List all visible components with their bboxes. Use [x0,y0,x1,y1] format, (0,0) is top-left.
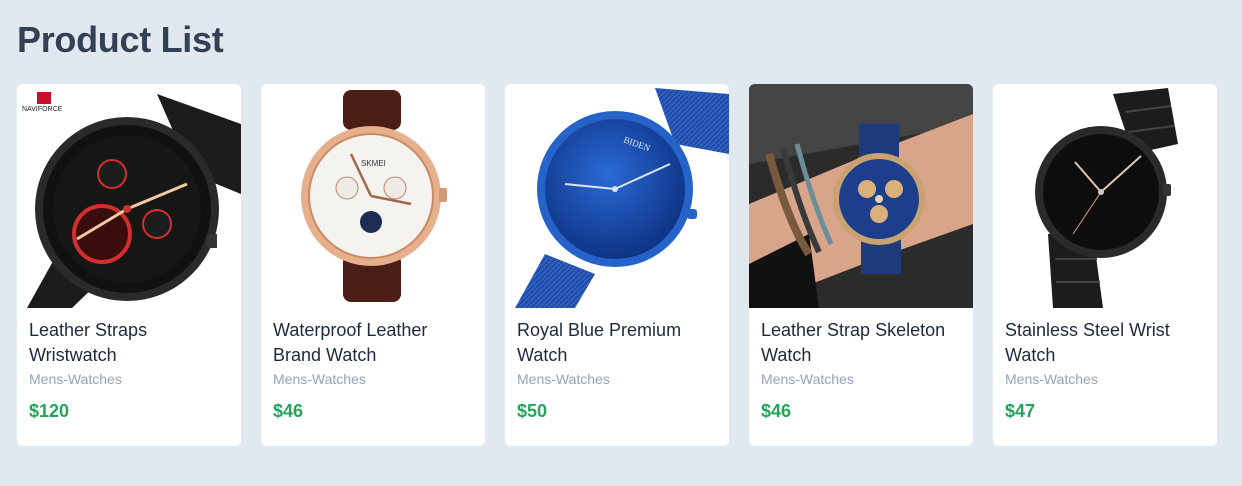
product-category: Mens-Watches [1005,371,1098,387]
product-card[interactable]: Leather Strap Skeleton Watch Mens-Watche… [749,84,973,446]
product-image[interactable]: SKMEI [261,84,485,308]
product-name[interactable]: Leather Straps Wristwatch [29,318,229,368]
brand-logo-text: NAVIFORCE [22,106,63,113]
product-image[interactable]: BIDEN [505,84,729,308]
skeleton-watch-on-wrist-image [749,84,973,308]
stainless-steel-watch-image [993,84,1217,308]
black-watch-image: NAVIFORCE [17,84,241,308]
product-category: Mens-Watches [29,371,122,387]
product-list-page: Product List NAVIFORCE Leather Straps Wr… [0,0,1242,446]
product-card[interactable]: NAVIFORCE Leather Straps Wristwatch Mens… [17,84,241,446]
product-name[interactable]: Leather Strap Skeleton Watch [761,318,961,368]
page-title: Product List [17,19,224,60]
product-card[interactable]: SKMEI Waterproof Leather Brand Watch Men… [261,84,485,446]
product-name[interactable]: Royal Blue Premium Watch [517,318,717,368]
product-price: $120 [29,401,70,421]
product-category: Mens-Watches [273,371,366,387]
product-image[interactable] [749,84,973,308]
product-name[interactable]: Stainless Steel Wrist Watch [1005,318,1205,368]
product-price: $47 [1005,401,1036,421]
product-grid: NAVIFORCE Leather Straps Wristwatch Mens… [17,84,1225,446]
product-category: Mens-Watches [517,371,610,387]
brown-leather-watch-image: SKMEI [261,84,485,308]
product-price: $46 [273,401,304,421]
product-price: $50 [517,401,548,421]
brand-logo-text: SKMEI [361,159,386,168]
product-price: $46 [761,401,792,421]
product-image[interactable]: NAVIFORCE [17,84,241,308]
blue-mesh-watch-image: BIDEN [505,84,729,308]
product-image[interactable] [993,84,1217,308]
product-category: Mens-Watches [761,371,854,387]
product-card[interactable]: BIDEN Royal Blue Premium Watch Mens-Watc… [505,84,729,446]
product-name[interactable]: Waterproof Leather Brand Watch [273,318,473,368]
product-card[interactable]: Stainless Steel Wrist Watch Mens-Watches… [993,84,1217,446]
